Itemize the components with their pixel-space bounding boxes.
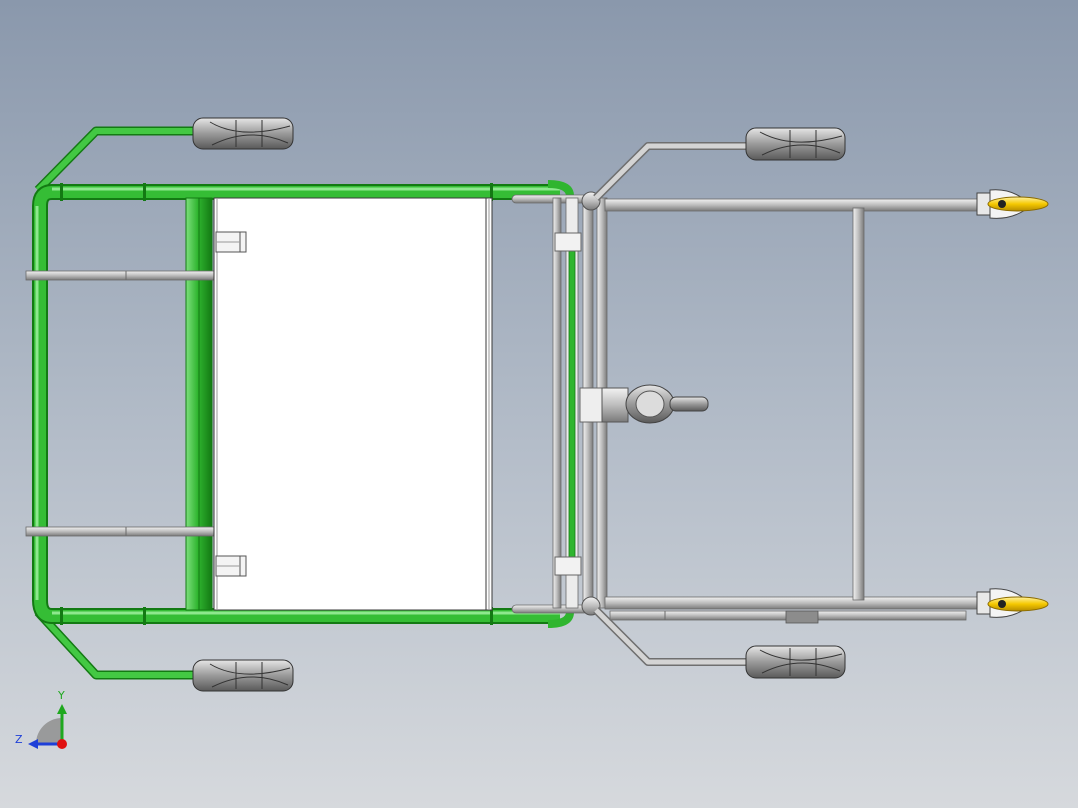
wheel-rear-top[interactable] [192,117,294,150]
seat-panel[interactable] [213,197,493,611]
hinge-section[interactable] [511,191,608,616]
orientation-triad: Y Z [15,689,67,749]
front-caster-bottom[interactable] [976,588,1049,618]
panel-bracket-top [215,231,247,253]
cad-viewport[interactable]: Y Z [0,0,1078,808]
center-caster-wheel[interactable] [601,384,709,424]
panel-bracket-bottom [215,555,247,577]
front-caster-top[interactable] [976,189,1049,219]
flat-strap-bottom [25,526,217,537]
green-outrigger-top [34,126,196,194]
triad-origin [57,739,67,749]
y-axis-label: Y [57,689,65,702]
grey-rail-bottom [604,596,984,610]
flat-strap-top [25,270,217,281]
wheel-front-top[interactable] [745,127,846,161]
wheel-rear-bottom[interactable] [192,659,294,692]
z-axis-label: Z [15,733,23,746]
grey-rail-top [604,198,984,212]
wheel-front-bottom[interactable] [745,645,846,679]
grey-cross-bar [852,207,865,601]
